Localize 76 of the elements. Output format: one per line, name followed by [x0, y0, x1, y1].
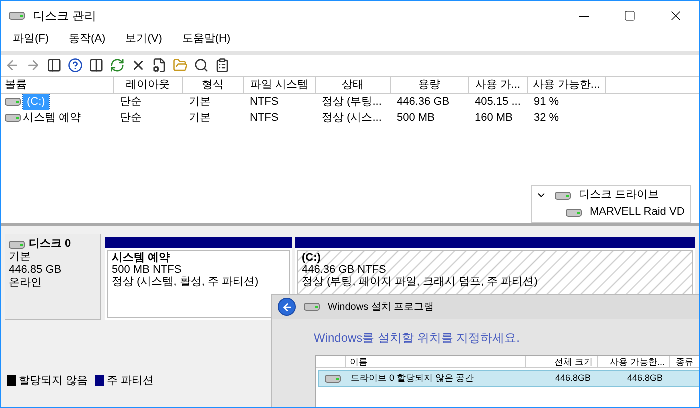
- folder-icon[interactable]: [173, 58, 188, 73]
- legend-label: 할당되지 않음: [19, 374, 88, 388]
- table-cell-text: 446.36 GB: [397, 94, 450, 110]
- column-header[interactable]: 사용 가능한...: [598, 356, 670, 367]
- column-header[interactable]: 사용 가...: [469, 77, 528, 93]
- column-header[interactable]: 사용 가능한...: [528, 77, 606, 93]
- tree-item[interactable]: 디스크 드라이브: [579, 187, 660, 204]
- table-cell-text: NTFS: [250, 94, 279, 110]
- column-header[interactable]: 레이아웃: [114, 77, 183, 93]
- partition-status: 정상 (시스템, 활성, 주 파티션): [112, 276, 260, 288]
- properties-icon[interactable]: [152, 58, 167, 73]
- drive-icon: [304, 302, 320, 312]
- table-cell-text: 정상 (시스...: [322, 110, 382, 126]
- drive-icon: [9, 11, 25, 21]
- drive-icon: [566, 208, 582, 218]
- disk-status: 온라인: [9, 277, 43, 290]
- drive-icon: [555, 190, 571, 200]
- delete-icon[interactable]: [131, 58, 146, 73]
- partition-size: 446.36 GB NTFS: [302, 264, 388, 276]
- disk-size: 446.85 GB: [9, 264, 63, 277]
- partition-block[interactable]: 시스템 예약 500 MB NTFS 정상 (시스템, 활성, 주 파티션): [105, 237, 292, 320]
- table-cell-text: 드라이브 0 할당되지 않은 공간: [350, 372, 476, 385]
- table-cell-text: 기본: [189, 110, 211, 126]
- partition-row[interactable]: 드라이브 0 할당되지 않은 공간 446.8GB 446.8GB: [318, 370, 699, 387]
- disk-type: 기본: [9, 251, 32, 264]
- table-cell: (C:): [23, 94, 50, 110]
- table-cell-text: 500 MB: [397, 110, 435, 126]
- table-cell-text: 160 MB: [475, 110, 513, 126]
- partition-size: 500 MB NTFS: [112, 264, 183, 276]
- column-header[interactable]: 파일 시스템: [244, 77, 316, 93]
- column-header[interactable]: 용량: [391, 77, 469, 93]
- menu-item[interactable]: 파일(F): [9, 30, 54, 48]
- table-cell-text: 단순: [120, 110, 142, 126]
- panel-icon[interactable]: [89, 58, 104, 73]
- setup-heading: Windows를 설치할 위치를 지정하세요.: [313, 330, 522, 347]
- column-header[interactable]: 종류: [670, 356, 699, 367]
- table-cell-text: 단순: [120, 94, 142, 110]
- table-cell-text: 기본: [189, 94, 211, 110]
- setup-title: Windows 설치 프로그램: [328, 300, 434, 314]
- drive-icon: [9, 240, 25, 250]
- panel-icon[interactable]: [47, 58, 62, 73]
- drive-icon: [5, 113, 21, 123]
- forward-icon[interactable]: [26, 58, 41, 73]
- column-header[interactable]: 이름: [346, 356, 526, 367]
- table-cell-text: 405.15 ...: [475, 94, 521, 110]
- disk-name: 디스크 0: [29, 238, 72, 251]
- window-title: 디스크 관리: [33, 8, 96, 25]
- column-header[interactable]: 전체 크기: [526, 356, 598, 367]
- drive-icon: [5, 97, 21, 107]
- help-icon[interactable]: [68, 58, 83, 73]
- back-arrow-icon: [282, 302, 292, 312]
- table-cell-text: 446.8GB: [554, 372, 592, 385]
- partition-status: 정상 (부팅, 페이지 파일, 크래시 덤프, 주 파티션): [302, 276, 539, 288]
- column-header[interactable]: 형식: [183, 77, 244, 93]
- partition-name: 시스템 예약: [112, 252, 172, 264]
- table-cell-text: 시스템 예약: [23, 110, 82, 126]
- table-cell-text: NTFS: [250, 110, 279, 126]
- table-cell-text: 446.8GB: [626, 372, 664, 385]
- column-header[interactable]: 상태: [316, 77, 391, 93]
- menu-item[interactable]: 동작(A): [65, 30, 110, 48]
- refresh-icon[interactable]: [110, 58, 125, 73]
- column-header[interactable]: 볼륨: [1, 77, 114, 93]
- menu-item[interactable]: 도움말(H): [178, 30, 235, 48]
- legend-label: 주 파티션: [107, 374, 154, 388]
- back-icon[interactable]: [5, 58, 20, 73]
- maximize-icon: [624, 10, 636, 22]
- table-cell-text: 32 %: [534, 110, 560, 126]
- menu-item[interactable]: 보기(V): [122, 30, 166, 48]
- back-button[interactable]: [278, 298, 296, 316]
- tree-item[interactable]: MARVELL Raid VD: [590, 204, 685, 221]
- checklist-icon[interactable]: [215, 58, 230, 73]
- drive-icon: [325, 374, 341, 384]
- table-cell-text: 정상 (부팅...: [322, 94, 382, 110]
- search-icon[interactable]: [194, 58, 209, 73]
- table-cell-text: 91 %: [534, 94, 560, 110]
- partition-name: (C:): [302, 252, 322, 264]
